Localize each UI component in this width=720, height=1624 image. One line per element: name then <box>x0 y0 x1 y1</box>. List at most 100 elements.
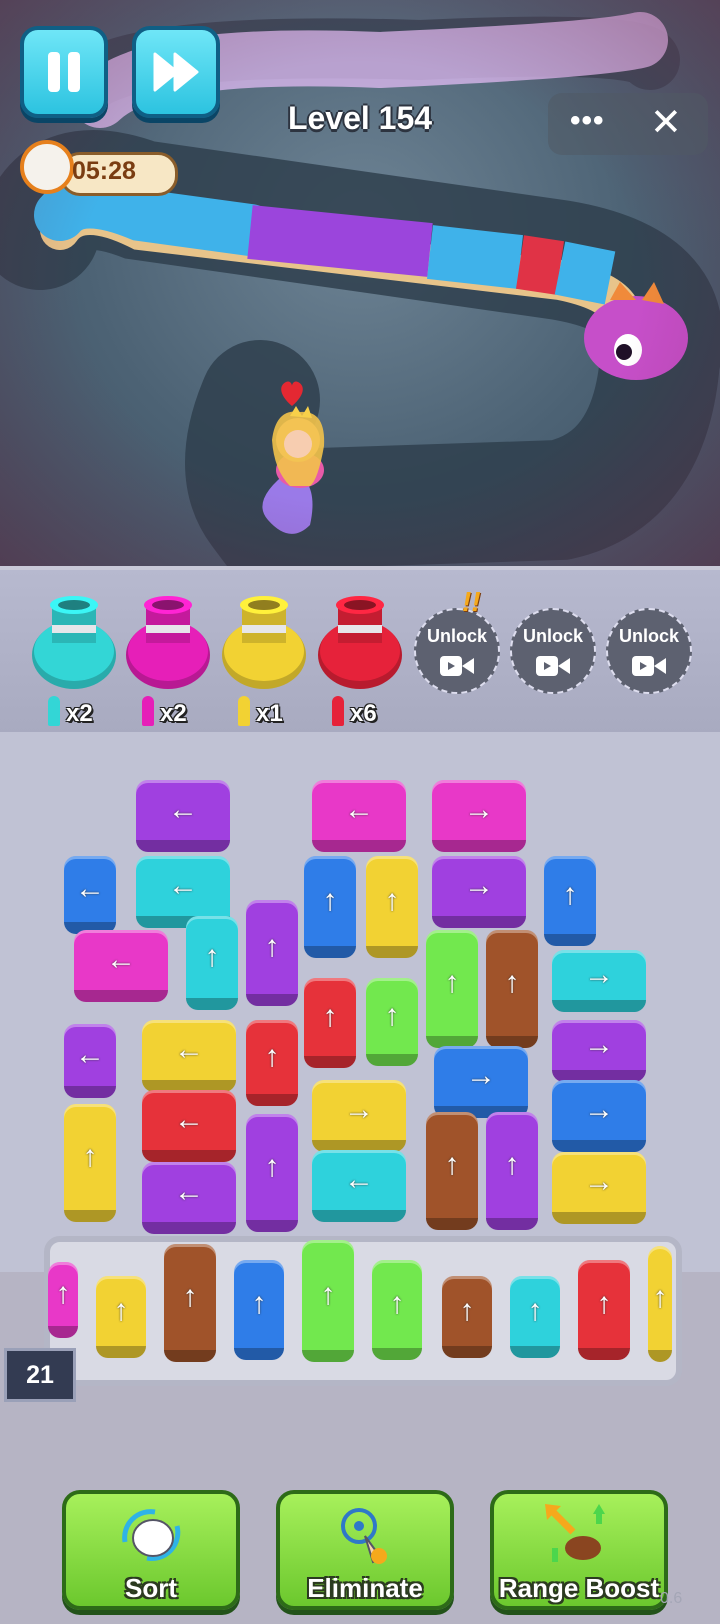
arrow-block[interactable]: ↑ <box>426 1112 478 1230</box>
eliminate-button[interactable]: Eliminate <box>276 1490 454 1610</box>
ammo-icon <box>332 696 344 726</box>
belt-arrow-block[interactable]: ↑ <box>96 1276 146 1358</box>
arrow-icon: ↑ <box>384 999 400 1032</box>
arrow-block[interactable]: ↑ <box>366 856 418 958</box>
range-boost-icon <box>545 1504 605 1562</box>
arrow-icon: ← <box>344 793 374 826</box>
belt-arrow-block[interactable]: ↑ <box>372 1260 422 1360</box>
arrow-icon: → <box>584 1093 614 1126</box>
pause-button[interactable] <box>20 26 108 118</box>
arrow-icon: ↑ <box>264 1040 280 1073</box>
arrow-block[interactable]: ↑ <box>64 1104 116 1222</box>
arrow-block[interactable]: → <box>552 1080 646 1152</box>
eliminate-label: Eliminate <box>307 1573 423 1603</box>
arrow-icon: ↑ <box>562 878 578 911</box>
arrow-block[interactable]: ← <box>312 780 406 852</box>
version-text: 0.6 <box>660 1590 683 1607</box>
queue-count: 21 <box>4 1348 76 1402</box>
ammo-icon <box>48 696 60 726</box>
arrow-block[interactable]: ← <box>64 856 116 934</box>
arrow-block[interactable]: ← <box>312 1150 406 1222</box>
video-camera-icon <box>632 656 666 676</box>
timer: 05:28 <box>20 140 178 196</box>
arrow-block[interactable]: ↑ <box>246 1020 298 1106</box>
unlock-slot-3[interactable]: Unlock <box>606 608 692 694</box>
color-pot-2[interactable] <box>124 585 212 693</box>
arrow-block[interactable]: → <box>552 950 646 1012</box>
arrow-icon: → <box>584 958 614 991</box>
arrow-block[interactable]: ← <box>64 1024 116 1098</box>
color-pot-3[interactable] <box>220 585 308 693</box>
arrow-icon: ↑ <box>251 1287 267 1320</box>
color-pot-4[interactable] <box>316 585 404 693</box>
arrow-icon: ↑ <box>384 884 400 917</box>
belt-arrow-block[interactable]: ↑ <box>648 1246 672 1362</box>
arrow-block[interactable]: ↑ <box>246 1114 298 1232</box>
belt-arrow-block[interactable]: ↑ <box>578 1260 630 1360</box>
belt-arrow-block[interactable]: ↑ <box>234 1260 284 1360</box>
range-boost-label: Range Boost <box>498 1573 660 1603</box>
arrow-icon: ← <box>344 1163 374 1196</box>
arrow-block[interactable]: ↑ <box>426 930 478 1048</box>
arrow-block[interactable]: ← <box>142 1020 236 1092</box>
arrow-block[interactable]: ↑ <box>246 900 298 1006</box>
video-camera-icon <box>536 656 570 676</box>
arrow-block[interactable]: ↑ <box>366 978 418 1066</box>
arrow-block[interactable]: ← <box>142 1090 236 1162</box>
arrow-block[interactable]: ← <box>74 930 168 1002</box>
arrow-icon: ↑ <box>504 1148 520 1181</box>
arrow-icon: → <box>466 1059 496 1092</box>
color-pot-1[interactable] <box>30 585 118 693</box>
pot-count: x1 <box>256 700 283 727</box>
pot-count: x2 <box>66 700 93 727</box>
unlock-label: Unlock <box>522 626 583 646</box>
arrow-block[interactable]: → <box>552 1152 646 1224</box>
unlock-slot-1[interactable]: Unlock <box>414 608 500 694</box>
arrow-icon: → <box>584 1028 614 1061</box>
fast-forward-button[interactable] <box>132 26 220 118</box>
arrow-block[interactable]: ↑ <box>486 930 538 1048</box>
arrow-block[interactable]: ↑ <box>304 978 356 1068</box>
arrow-icon: ↑ <box>322 884 338 917</box>
arrow-icon: → <box>464 869 494 902</box>
belt-arrow-block[interactable]: ↑ <box>302 1240 354 1362</box>
more-button[interactable]: ••• <box>570 104 604 138</box>
arrow-icon: ↑ <box>264 930 280 963</box>
ammo-icon <box>142 696 154 726</box>
arrow-block[interactable]: ↑ <box>486 1112 538 1230</box>
close-button[interactable]: ✕ <box>650 100 682 145</box>
belt-arrow-block[interactable]: ↑ <box>164 1244 216 1362</box>
arrow-block[interactable]: → <box>312 1080 406 1152</box>
arrow-icon: ← <box>75 872 105 905</box>
arrow-icon: ↑ <box>113 1294 129 1327</box>
arrow-block[interactable]: → <box>552 1020 646 1082</box>
sort-label: Sort <box>125 1573 177 1603</box>
arrow-icon: → <box>464 793 494 826</box>
arrow-block[interactable]: → <box>434 1046 528 1118</box>
range-boost-button[interactable]: Range Boost <box>490 1490 668 1610</box>
belt-arrow-block[interactable]: ↑ <box>510 1276 560 1358</box>
unlock-label: Unlock <box>426 626 487 646</box>
arrow-block[interactable]: ↑ <box>544 856 596 946</box>
belt-arrow-block[interactable]: ↑ <box>442 1276 492 1358</box>
arrow-icon: ← <box>174 1175 204 1208</box>
arrow-block[interactable]: ← <box>136 780 230 852</box>
arrow-block[interactable]: ↑ <box>304 856 356 958</box>
sort-button[interactable]: Sort <box>62 1490 240 1610</box>
arrow-block[interactable]: ↑ <box>186 916 238 1010</box>
arrow-block[interactable]: ← <box>142 1162 236 1234</box>
game-stage <box>0 0 720 566</box>
arrow-icon: ↑ <box>320 1278 336 1311</box>
arrow-icon: → <box>344 1093 374 1126</box>
arrow-block[interactable]: → <box>432 780 526 852</box>
arrow-icon: → <box>584 1165 614 1198</box>
pause-icon <box>48 52 80 92</box>
arrow-icon: ← <box>174 1103 204 1136</box>
ammo-icon <box>238 696 250 726</box>
arrow-block[interactable]: → <box>432 856 526 928</box>
belt-arrow-block[interactable]: ↑ <box>48 1262 78 1338</box>
unlock-slot-2[interactable]: Unlock <box>510 608 596 694</box>
arrow-icon: ↑ <box>459 1294 475 1327</box>
arrow-icon: ↑ <box>389 1287 405 1320</box>
arrow-icon: ← <box>75 1038 105 1071</box>
